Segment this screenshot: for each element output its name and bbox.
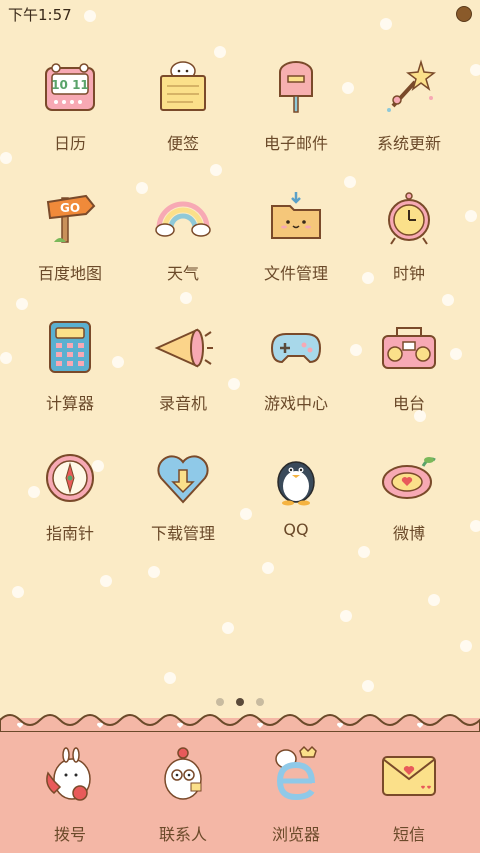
dock-wave-border [0,714,480,732]
app-label: QQ [283,520,309,539]
app-label: 电子邮件 [263,134,328,153]
app-weibo[interactable]: 微博 [349,448,469,568]
calendar-icon: 10 11 [45,63,95,111]
penguin-icon [277,461,315,506]
calendar-date-text: 10 11 [51,78,89,92]
app-recorder[interactable]: 录音机 [123,318,243,438]
magic-wand-icon [387,59,436,112]
dock-app-browser[interactable]: 浏览器 [236,745,356,850]
page-dot-2-active[interactable] [236,698,244,706]
dock-app-phone[interactable]: 拨号 [10,745,130,850]
dock-label: 短信 [392,825,425,844]
app-label: 录音机 [158,394,207,413]
megaphone-icon [154,328,213,368]
app-label: 日历 [53,134,86,153]
compass-icon [46,454,94,502]
app-weather[interactable]: 天气 [123,188,243,308]
heart-download-icon [157,455,209,504]
status-time: 下午1:57 [8,6,72,24]
app-calendar[interactable]: 10 11 日历 [10,58,130,178]
dock-label: 浏览器 [271,825,320,844]
page-dot-1[interactable] [216,698,224,706]
alarm-clock-icon [388,192,430,245]
app-email[interactable]: 电子邮件 [236,58,356,178]
app-label: 文件管理 [263,264,328,283]
app-label: 下载管理 [150,524,215,543]
phone-icon [46,747,91,801]
app-game-center[interactable]: 游戏中心 [236,318,356,438]
app-system-update[interactable]: 系统更新 [349,58,469,178]
dock-label: 拨号 [53,825,86,844]
envelope-icon [382,756,436,796]
status-indicator-icon [456,6,472,22]
home-screen: 下午1:57 10 11 日历 便签 电子邮件 系统更新 GO 百度地图 天气 … [0,0,480,853]
app-label: 系统更新 [376,134,441,153]
rainbow-icon [155,201,211,237]
page-dot-3[interactable] [256,698,264,706]
notes-icon [160,61,206,111]
app-label: 计算器 [45,394,94,413]
app-notes[interactable]: 便签 [123,58,243,178]
app-radio[interactable]: 电台 [349,318,469,438]
app-qq[interactable]: QQ [236,448,356,568]
app-baidu-maps[interactable]: GO 百度地图 [10,188,130,308]
app-label: 便签 [166,134,199,153]
gamepad-icon [270,333,322,364]
app-clock[interactable]: 时钟 [349,188,469,308]
weibo-icon [382,457,436,499]
dock-label: 联系人 [158,825,207,844]
calculator-icon [49,321,91,373]
mailbox-icon [279,61,313,113]
app-label: 天气 [166,264,199,283]
dock-app-messages[interactable]: 短信 [349,745,469,850]
folder-icon [271,192,321,239]
app-label: 时钟 [392,264,425,283]
signpost-text: GO [60,201,80,215]
app-label: 电台 [392,394,425,413]
browser-icon [275,745,317,801]
signpost-icon: GO [46,194,96,243]
dock-app-contacts[interactable]: 联系人 [123,745,243,850]
app-compass[interactable]: 指南针 [10,448,130,568]
app-label: 百度地图 [37,264,102,283]
app-label: 微博 [392,524,425,543]
app-file-manager[interactable]: 文件管理 [236,188,356,308]
radio-icon [382,327,436,369]
status-bar: 下午1:57 [0,0,480,28]
app-calculator[interactable]: 计算器 [10,318,130,438]
app-download-manager[interactable]: 下载管理 [123,448,243,568]
app-label: 指南针 [45,524,94,543]
contacts-icon [164,747,202,800]
app-label: 游戏中心 [263,394,328,413]
